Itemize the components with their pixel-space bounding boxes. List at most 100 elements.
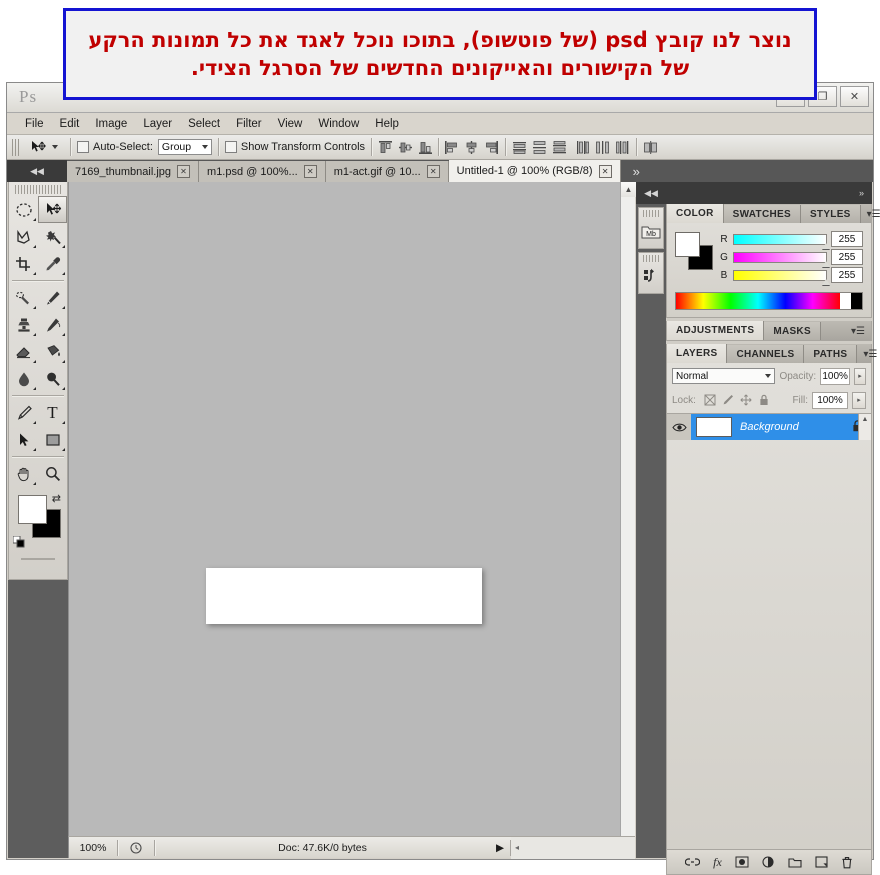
distribute-horizontal-centers-icon[interactable] [595,140,610,155]
auto-select-dropdown[interactable]: Group [157,139,212,155]
align-bottom-edges-icon[interactable] [418,140,433,155]
spot-healing-brush-tool[interactable] [9,284,38,311]
menu-edit[interactable]: Edit [52,116,88,132]
tab-adjustments[interactable]: ADJUSTMENTS [667,321,765,340]
menu-window[interactable]: Window [310,116,367,132]
document-canvas[interactable] [206,568,482,624]
history-brush-tool[interactable] [38,311,67,338]
document-tab-1[interactable]: 7169_thumbnail.jpg ✕ [67,161,200,182]
color-track-r[interactable] [733,233,830,249]
menu-layer[interactable]: Layer [135,116,180,132]
color-thumb-g[interactable] [822,260,830,267]
menu-select[interactable]: Select [180,116,228,132]
eraser-tool[interactable] [9,338,38,365]
add-layer-mask-icon[interactable] [735,856,749,868]
document-tab-3-close-icon[interactable]: ✕ [426,165,440,178]
mini-dock-collapse-button[interactable]: ◀◀ [636,182,666,204]
new-group-icon[interactable] [788,857,802,868]
swap-colors-icon[interactable]: ⇄ [52,492,61,505]
spectrum-black-swatch[interactable] [851,293,862,309]
lock-image-pixels-icon[interactable] [722,394,734,406]
layer-name[interactable]: Background [732,421,852,433]
toolbox-grip[interactable] [15,185,61,194]
tab-color[interactable]: COLOR [667,204,724,223]
menu-view[interactable]: View [270,116,311,132]
layers-panel-menu-icon[interactable]: ▾☰ [857,345,880,363]
lasso-tool[interactable] [9,223,38,250]
horizontal-type-tool[interactable]: T [38,399,67,426]
distribute-vertical-centers-icon[interactable] [532,140,547,155]
layer-visibility-toggle[interactable] [667,414,691,440]
magic-wand-tool[interactable] [38,223,67,250]
pen-tool[interactable] [9,399,38,426]
distribute-bottom-edges-icon[interactable] [552,140,567,155]
tab-styles[interactable]: STYLES [800,205,861,223]
new-fill-adjustment-layer-icon[interactable] [762,855,775,869]
auto-align-layers-icon[interactable] [643,140,658,155]
fill-value[interactable]: 100% [812,391,848,409]
auto-select-group[interactable]: Auto-Select: Group [77,139,212,155]
menu-filter[interactable]: Filter [228,116,270,132]
opacity-value[interactable]: 100% [820,367,851,385]
canvas-scroll-up-arrow[interactable]: ▲ [621,182,636,197]
tab-paths[interactable]: PATHS [804,345,858,363]
foreground-color-swatch[interactable] [18,495,47,524]
document-tab-1-close-icon[interactable]: ✕ [177,165,191,178]
menu-file[interactable]: File [17,116,52,132]
show-transform-checkbox[interactable] [224,141,237,153]
tab-swatches[interactable]: SWATCHES [723,205,801,223]
color-value-g[interactable]: 255 [831,249,863,265]
distribute-top-edges-icon[interactable] [512,140,527,155]
layer-styles-icon[interactable]: fx [713,855,722,870]
canvas-vertical-scrollbar[interactable]: ▲ [620,182,636,836]
auto-select-checkbox[interactable] [77,141,89,153]
tool-preset-chevron-icon[interactable] [52,145,58,149]
align-left-edges-icon[interactable] [444,140,459,155]
distribute-right-edges-icon[interactable] [615,140,630,155]
history-panel-button[interactable] [638,252,664,294]
align-right-edges-icon[interactable] [484,140,499,155]
show-transform-group[interactable]: Show Transform Controls [224,141,365,153]
adjustments-panel-menu-icon[interactable]: ▾☰ [845,322,871,340]
document-tab-4-close-icon[interactable]: ✕ [598,164,612,178]
blend-mode-dropdown[interactable]: Normal [672,368,776,384]
paint-bucket-tool[interactable] [38,338,67,365]
mini-bridge-panel-button[interactable]: Mb [638,207,664,249]
right-dock-collapse-button[interactable]: » [666,182,872,204]
brush-tool[interactable] [38,284,67,311]
tab-channels[interactable]: CHANNELS [727,345,805,363]
align-vertical-centers-icon[interactable] [398,140,413,155]
rectangle-tool[interactable] [38,426,67,453]
current-tool-indicator[interactable] [24,140,64,154]
delete-layer-icon[interactable] [841,856,853,869]
canvas-workspace[interactable]: ▲ [68,182,636,836]
document-tab-4[interactable]: Untitled-1 @ 100% (RGB/8) ✕ [448,160,621,182]
lock-transparent-pixels-icon[interactable] [704,394,716,406]
zoom-level[interactable]: 100% [69,842,117,854]
color-value-b[interactable]: 255 [831,267,863,283]
layers-scroll-up-arrow[interactable]: ▲ [859,414,871,423]
hand-tool[interactable] [9,460,38,487]
lock-all-icon[interactable] [758,394,770,406]
align-horizontal-centers-icon[interactable] [464,140,479,155]
document-tab-3[interactable]: m1-act.gif @ 10... ✕ [325,161,449,182]
clone-stamp-tool[interactable] [9,311,38,338]
menu-image[interactable]: Image [87,116,135,132]
distribute-left-edges-icon[interactable] [575,140,590,155]
move-tool[interactable] [38,196,67,223]
status-clock-icon[interactable] [118,841,154,854]
eyedropper-tool[interactable] [38,250,67,277]
horizontal-scrollbar[interactable]: ◂ [511,836,635,859]
spectrum-white-swatch[interactable] [840,293,851,309]
table-row[interactable]: Background [667,414,871,440]
color-track-b[interactable] [733,269,830,285]
color-spectrum-ramp[interactable] [675,292,863,310]
opacity-stepper-arrow[interactable]: ▸ [854,367,866,385]
align-top-edges-icon[interactable] [378,140,393,155]
menu-help[interactable]: Help [367,116,407,132]
default-colors-icon[interactable] [13,536,25,548]
color-track-g[interactable] [733,251,830,267]
status-menu-arrow[interactable]: ▶ [490,842,510,854]
layer-thumbnail[interactable] [696,417,732,437]
color-thumb-b[interactable] [822,278,830,285]
